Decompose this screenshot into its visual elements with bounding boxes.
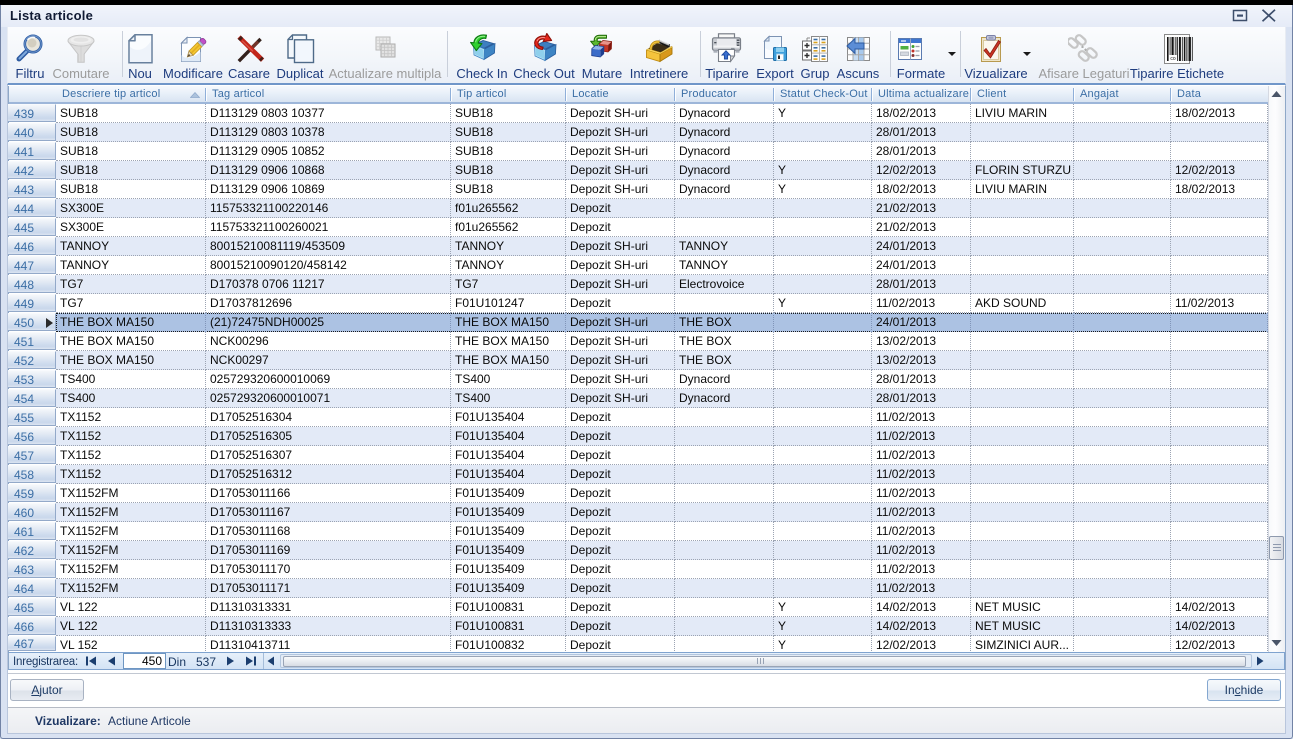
svg-text:co: co [1170, 56, 1176, 62]
